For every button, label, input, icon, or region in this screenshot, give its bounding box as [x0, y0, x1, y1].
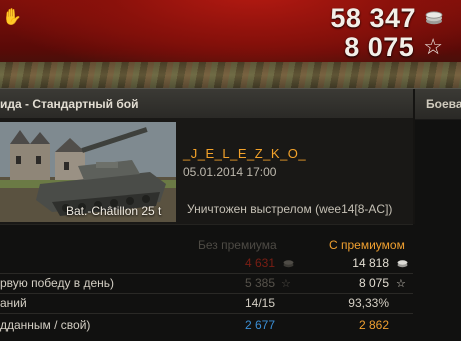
- experience-counter: 8 075 ☆: [344, 31, 443, 63]
- stats-row-label: дданным / свой): [0, 318, 91, 332]
- stats-row-label: аний: [0, 296, 27, 310]
- player-summary-panel: Bat.-Châtillon 25 t _J_E_L_E_Z_K_O_ 05.0…: [0, 118, 413, 225]
- hits-percent: 93,33%: [348, 296, 389, 310]
- hand-cursor-icon[interactable]: ✋: [2, 9, 22, 27]
- experience-no-premium: 5 385: [244, 276, 275, 290]
- column-header-no-premium: Без премиума: [198, 238, 277, 252]
- credits-coin-icon: [283, 260, 294, 268]
- experience-premium: 8 075: [358, 276, 389, 290]
- credits-no-premium: 4 631: [244, 256, 275, 270]
- battle-result-title: ида - Стандартный бой: [0, 97, 139, 111]
- experience-star-icon: ☆: [396, 278, 406, 290]
- column-header-premium: С премиумом: [329, 238, 405, 252]
- stats-row-damage: дданным / свой) 2 677 2 862: [0, 316, 461, 336]
- credits-coin-icon: [397, 260, 408, 268]
- stats-row-hits: аний 14/15 93,33%: [0, 294, 461, 314]
- stats-row-label: рвую победу в день): [0, 276, 115, 290]
- experience-star-icon: ☆: [423, 34, 443, 59]
- stats-row-experience: рвую победу в день) 5 385 ☆ 8 075 ☆: [0, 274, 461, 294]
- decorative-terrain-strip: [0, 62, 461, 88]
- player-name[interactable]: _J_E_L_E_Z_K_O_: [183, 146, 306, 161]
- credits-coin-icon: [425, 11, 443, 25]
- credits-premium: 14 818: [352, 256, 389, 270]
- results-title-bar: ида - Стандартный бой Боева: [0, 88, 461, 120]
- damage-dealt-value: 2 677: [244, 318, 275, 332]
- top-banner: ✋ 58 347 8 075 ☆: [0, 0, 461, 88]
- credits-value: 58 347: [330, 2, 416, 33]
- credits-counter: 58 347: [330, 2, 443, 34]
- vehicle-fate: Уничтожен выстрелом (wee14[8-AC]): [187, 202, 393, 216]
- damage-own-value: 2 862: [358, 318, 389, 332]
- tank-name: Bat.-Châtillon 25 t: [66, 204, 162, 218]
- hits-count: 14/15: [244, 296, 275, 310]
- tab-divider: [413, 89, 415, 119]
- battle-date: 05.01.2014 17:00: [183, 165, 277, 179]
- panel-divider: [413, 118, 415, 224]
- tank-preview-image: Bat.-Châtillon 25 t: [0, 122, 176, 222]
- row-divider: [0, 313, 413, 314]
- experience-value: 8 075: [344, 31, 415, 62]
- tab-battle-log[interactable]: Боева: [426, 97, 461, 111]
- experience-star-icon: ☆: [281, 278, 291, 290]
- stats-row-credits: 4 631 14 818: [0, 254, 461, 274]
